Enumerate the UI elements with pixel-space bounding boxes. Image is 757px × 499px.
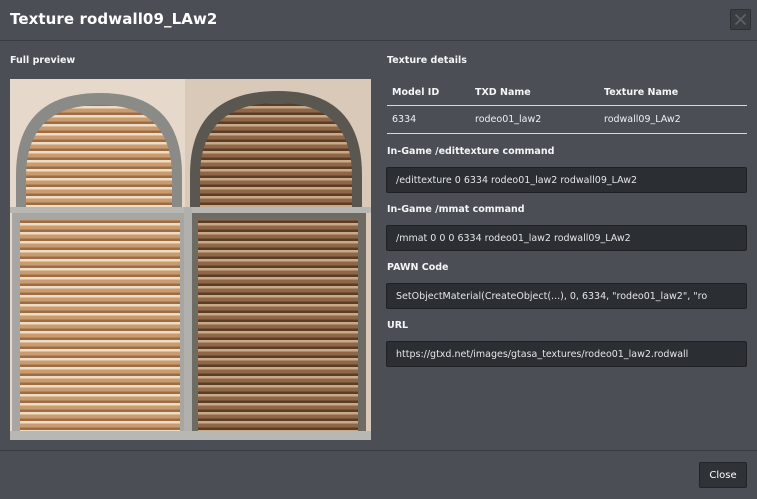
details-heading: Texture details bbox=[387, 55, 467, 66]
mmat-label: In-Game /mmat command bbox=[387, 204, 525, 215]
dialog-footer: Close bbox=[0, 450, 757, 499]
preview-heading: Full preview bbox=[10, 55, 76, 66]
mmat-field[interactable]: /mmat 0 0 0 6334 rodeo01_law2 rodwall09_… bbox=[386, 225, 747, 251]
column-header-txd-name: TXD Name bbox=[470, 80, 599, 106]
cell-texture-name: rodwall09_LAw2 bbox=[599, 105, 747, 134]
cell-txd-name: rodeo01_law2 bbox=[470, 105, 599, 134]
texture-preview-image bbox=[10, 79, 371, 440]
url-label: URL bbox=[387, 320, 409, 331]
x-glyph bbox=[734, 13, 747, 26]
close-button[interactable]: Close bbox=[699, 462, 747, 488]
pawn-code-field[interactable]: SetObjectMaterial(CreateObject(...), 0, … bbox=[386, 283, 747, 309]
close-icon[interactable] bbox=[730, 9, 751, 30]
texture-picture bbox=[10, 79, 371, 440]
column-header-model-id: Model ID bbox=[387, 80, 470, 106]
edittexture-field[interactable]: /edittexture 0 6334 rodeo01_law2 rodwall… bbox=[386, 167, 747, 193]
url-field[interactable]: https://gtxd.net/images/gtasa_textures/r… bbox=[386, 341, 747, 367]
table-header-row: Model ID TXD Name Texture Name bbox=[387, 80, 747, 106]
dialog-title: Texture rodwall09_LAw2 bbox=[10, 10, 218, 28]
edittexture-label: In-Game /edittexture command bbox=[387, 146, 555, 157]
pawn-code-label: PAWN Code bbox=[387, 262, 449, 273]
dialog-header: Texture rodwall09_LAw2 bbox=[0, 0, 757, 41]
column-header-texture-name: Texture Name bbox=[599, 80, 747, 106]
cell-model-id: 6334 bbox=[387, 105, 470, 134]
table-row: 6334 rodeo01_law2 rodwall09_LAw2 bbox=[387, 105, 747, 134]
texture-dialog: Texture rodwall09_LAw2 Full preview Text… bbox=[0, 0, 757, 498]
texture-details-table: Model ID TXD Name Texture Name 6334 rode… bbox=[387, 80, 747, 134]
